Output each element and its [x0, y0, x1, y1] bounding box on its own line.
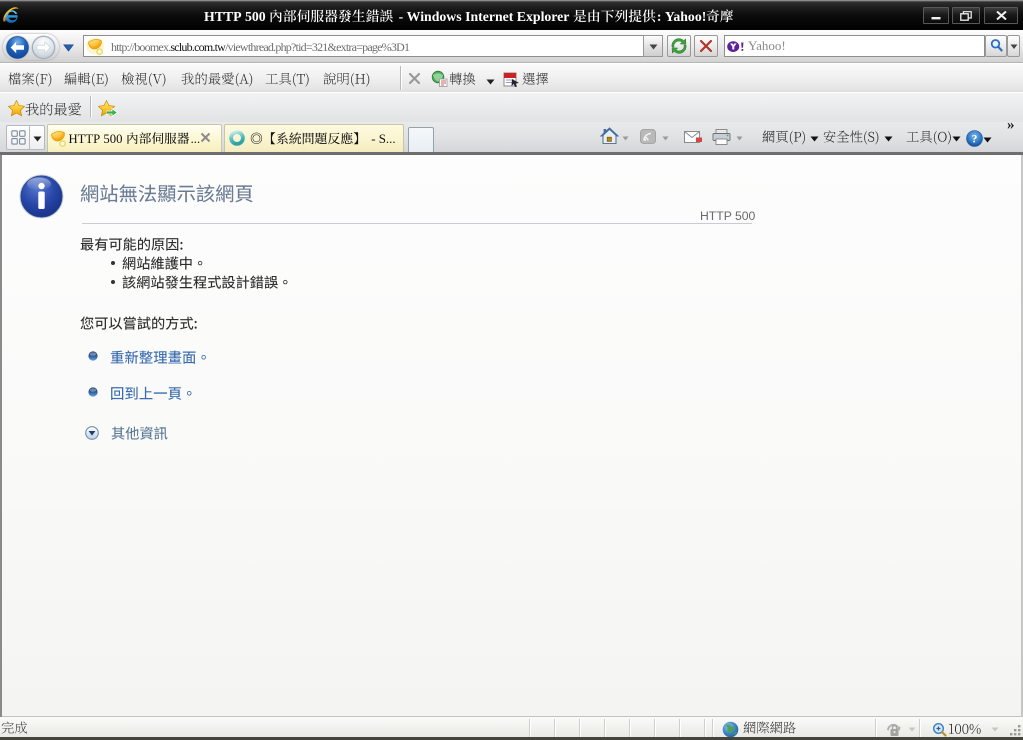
svg-text:?: ? [972, 134, 978, 146]
